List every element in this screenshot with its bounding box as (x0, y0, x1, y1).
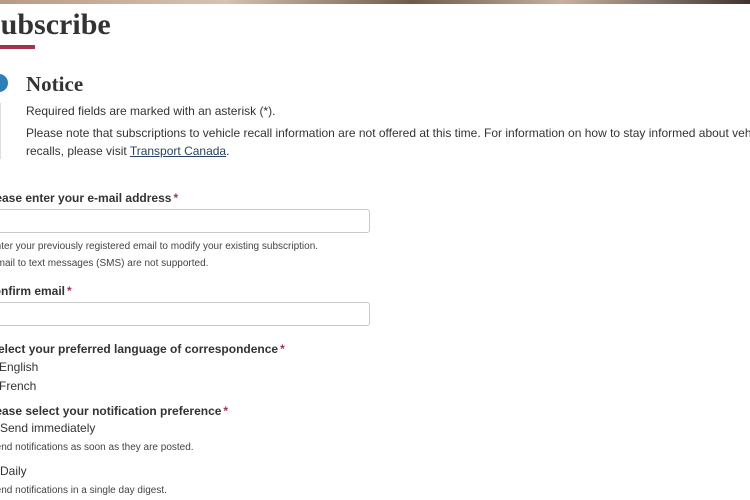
language-option-english[interactable]: English (0, 360, 38, 374)
notification-label-text: Please select your notification preferen… (0, 404, 222, 418)
email-label: Please enter your e-mail address * (0, 191, 178, 205)
recall-note-suffix: . (226, 144, 230, 158)
title-underline (0, 45, 35, 49)
email-label-text: Please enter your e-mail address (0, 191, 172, 205)
notification-help-daily: Send notifications in a single day diges… (0, 485, 167, 496)
required-marker: * (173, 191, 179, 205)
transport-canada-link[interactable]: Transport Canada (130, 144, 226, 158)
notification-label: Please select your notification preferen… (0, 404, 228, 418)
page-title: Subscribe (0, 8, 111, 41)
recall-note-prefix: recalls, please visit (26, 144, 130, 158)
required-marker: * (280, 342, 285, 356)
email-help-modify: Enter your previously registered email t… (0, 241, 319, 252)
notice-title: Notice (26, 72, 84, 96)
email-input[interactable] (0, 209, 370, 233)
notification-help-immediately: Send notifications as soon as they are p… (0, 442, 194, 453)
info-icon (0, 74, 8, 92)
confirm-email-label: Confirm email* (0, 284, 72, 298)
recall-note: Please note that subscriptions to vehicl… (26, 124, 750, 160)
notification-option-immediately[interactable]: Send immediately (0, 421, 95, 435)
confirm-email-label-text: Confirm email (0, 284, 66, 298)
required-marker: * (67, 284, 72, 298)
confirm-email-input[interactable] (0, 302, 370, 326)
header-image-strip (0, 0, 750, 4)
notification-option-daily[interactable]: Daily (0, 464, 27, 478)
language-label: Select your preferred language of corres… (0, 342, 285, 356)
email-help-sms: Email to text messages (SMS) are not sup… (0, 258, 209, 269)
required-marker: * (223, 404, 229, 418)
notice-divider (0, 103, 1, 159)
language-label-text: Select your preferred language of corres… (0, 342, 279, 356)
required-fields-note: Required fields are marked with an aster… (26, 104, 276, 118)
language-option-french[interactable]: French (0, 379, 36, 393)
recall-note-line1: Please note that subscriptions to vehicl… (26, 126, 750, 140)
